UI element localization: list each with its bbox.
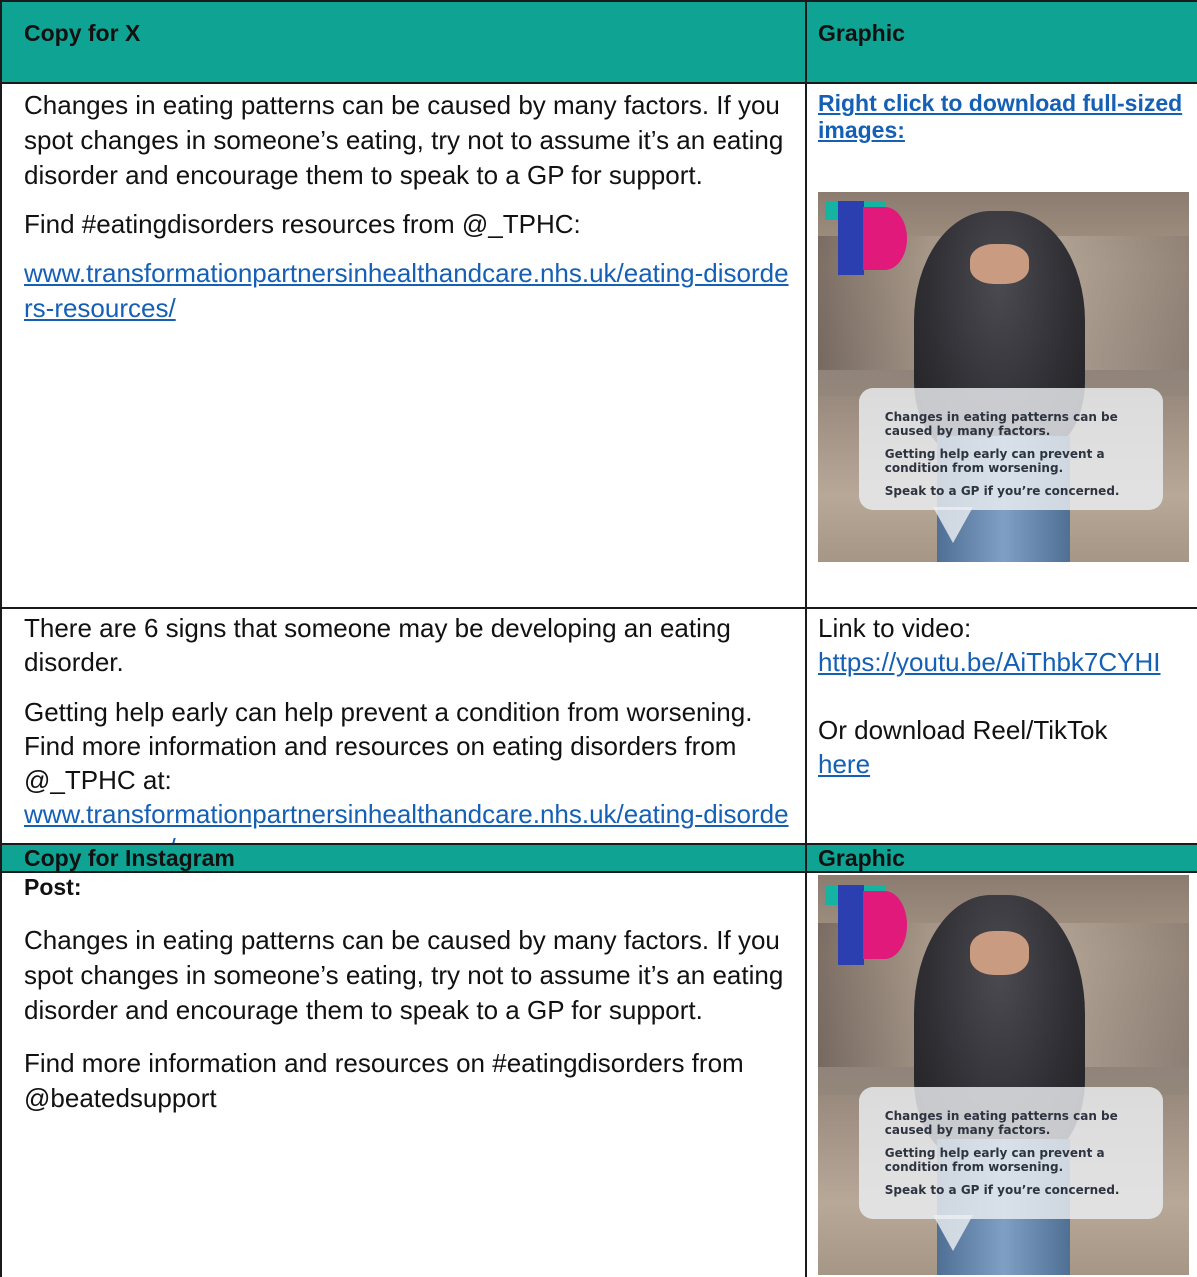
instagram-header-graphic: Graphic [818, 845, 905, 871]
instagram-copy-para-2: Find more information and resources on #… [24, 1048, 744, 1113]
row-divider [0, 607, 1197, 609]
x-graphic-cell-1: Right click to download full-sized image… [807, 84, 1197, 607]
instagram-graphic-cell: Changes in eating patterns can be caused… [807, 873, 1197, 1277]
reel-label: Or download Reel/TikTok [818, 715, 1108, 745]
graphic-text-3: Speak to a GP if you’re concerned. [884, 484, 1120, 499]
content-table: Copy for X Graphic Changes in eating pat… [0, 0, 1197, 1277]
x-resources-link-1[interactable]: www.transformationpartnersinhealthandcar… [24, 258, 789, 323]
x-graphic-cell-2: Link to video: https://youtu.be/AiThbk7C… [807, 609, 1197, 843]
x-copy-para-3: There are 6 signs that someone may be de… [24, 613, 731, 677]
x-header-copy: Copy for X [24, 20, 141, 46]
graphic-text-2: Getting help early can prevent a conditi… [884, 1146, 1105, 1175]
instagram-graphic-image: Changes in eating patterns can be caused… [818, 875, 1189, 1275]
x-copy-para-2: Find #eatingdisorders resources from @_T… [24, 209, 581, 239]
video-link[interactable]: https://youtu.be/AiThbk7CYHI [818, 647, 1161, 677]
column-divider [805, 0, 807, 1277]
instagram-copy-para-1: Changes in eating patterns can be caused… [24, 925, 784, 1025]
instagram-header-graphic-cell: Graphic [807, 845, 1197, 871]
x-header-graphic: Graphic [818, 20, 905, 46]
x-copy-para-1: Changes in eating patterns can be caused… [24, 90, 784, 190]
x-copy-para-4: Getting help early can help prevent a co… [24, 697, 753, 795]
graphic-text-2: Getting help early can prevent a conditi… [884, 447, 1105, 476]
row-divider [0, 871, 1197, 873]
x-copy-cell-2: There are 6 signs that someone may be de… [2, 609, 805, 863]
row-divider [0, 843, 1197, 845]
post-label: Post: [24, 874, 82, 900]
table-border-top [0, 0, 1197, 2]
instagram-header-copy-cell: Copy for Instagram [2, 845, 805, 871]
reel-download-link[interactable]: here [818, 749, 870, 779]
video-label: Link to video: [818, 613, 972, 643]
download-images-link[interactable]: Right click to download full-sized image… [818, 90, 1188, 144]
instagram-header-copy: Copy for Instagram [24, 845, 235, 871]
graphic-speech-bubble: Changes in eating patterns can be caused… [858, 1087, 1164, 1219]
row-divider [0, 82, 1197, 84]
graphic-text-1: Changes in eating patterns can be caused… [884, 410, 1118, 439]
x-header-graphic-cell: Graphic [807, 2, 1197, 82]
x-copy-cell-1: Changes in eating patterns can be caused… [2, 84, 805, 607]
graphic-speech-bubble: Changes in eating patterns can be caused… [858, 388, 1164, 511]
x-header-copy-cell: Copy for X [2, 2, 805, 82]
graphic-text-1: Changes in eating patterns can be caused… [884, 1109, 1118, 1138]
table-border-left [0, 0, 2, 1277]
instagram-copy-cell: Post: Changes in eating patterns can be … [2, 873, 805, 1277]
graphic-text-3: Speak to a GP if you’re concerned. [884, 1183, 1120, 1198]
campaign-graphic-image: Changes in eating patterns can be caused… [818, 192, 1189, 562]
